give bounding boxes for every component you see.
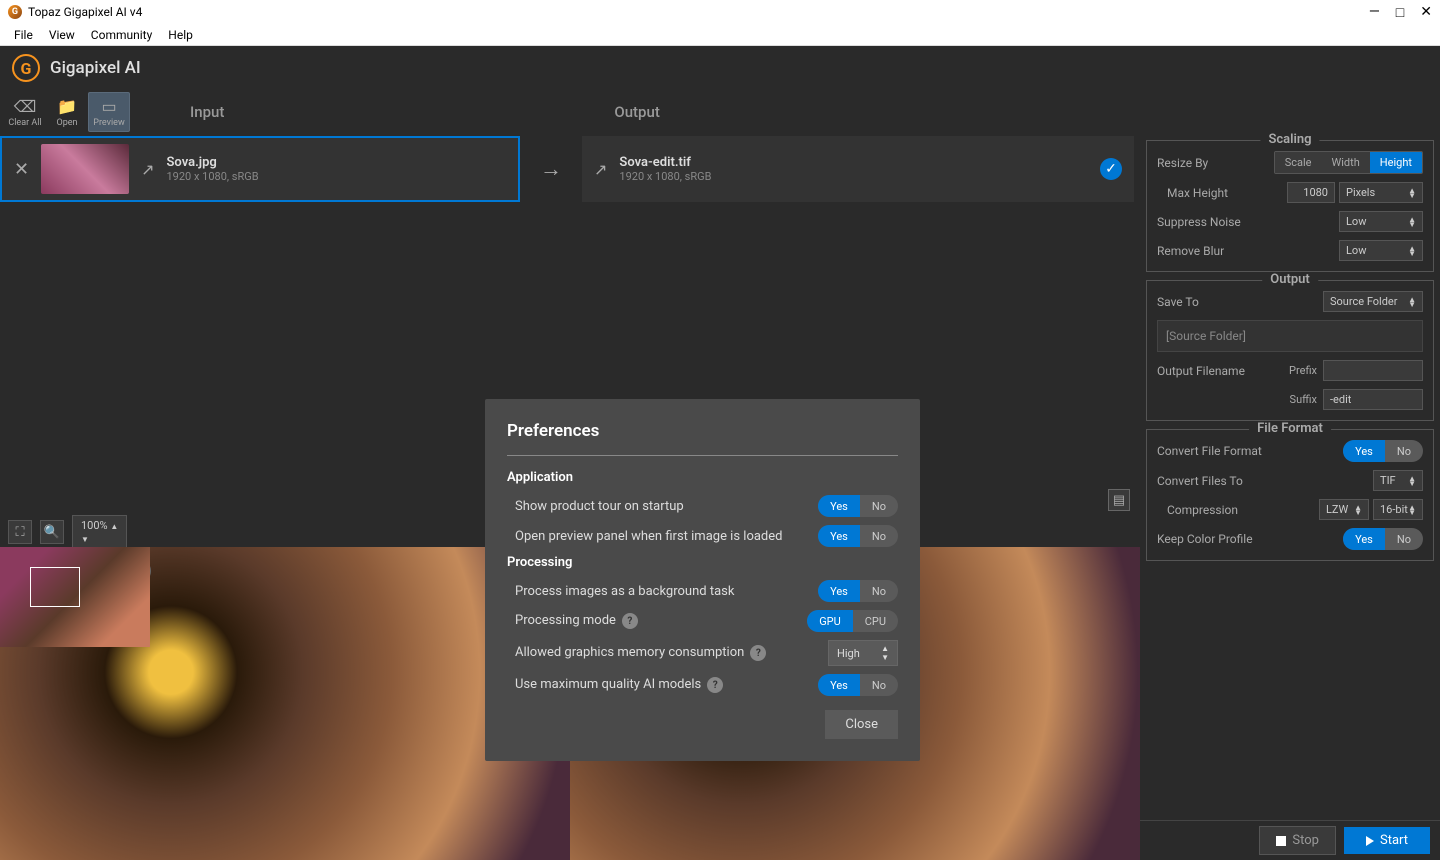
show-tour-toggle[interactable]: YesNo: [818, 495, 898, 517]
compression-label: Compression: [1157, 503, 1319, 517]
scale-seg[interactable]: Scale: [1275, 152, 1322, 173]
input-file-meta: 1920 x 1080, sRGB: [167, 170, 259, 183]
clear-icon: ⌫: [14, 97, 37, 116]
prefix-input[interactable]: [1323, 360, 1423, 381]
filename-label: Output Filename: [1157, 364, 1289, 378]
save-to-label: Save To: [1157, 295, 1323, 309]
help-icon[interactable]: ?: [622, 613, 638, 629]
keep-profile-label: Keep Color Profile: [1157, 532, 1343, 546]
play-icon: [1366, 836, 1374, 846]
menu-view[interactable]: View: [41, 26, 83, 44]
help-icon[interactable]: ?: [750, 645, 766, 661]
titlebar: G Topaz Gigapixel AI v4 — □ ✕: [0, 0, 1440, 24]
output-panel: Output Save To Source Folder▲▼ [Source F…: [1146, 280, 1434, 421]
remove-blur-select[interactable]: Low▲▼: [1339, 240, 1423, 261]
max-quality-toggle[interactable]: YesNo: [818, 674, 898, 696]
menu-community[interactable]: Community: [83, 26, 160, 44]
footer-bar: Stop Start: [1140, 820, 1440, 860]
zoom-select[interactable]: 100% ▲▼: [72, 515, 127, 549]
bg-task-toggle[interactable]: YesNo: [818, 580, 898, 602]
fit-view-button[interactable]: ⛶: [8, 520, 32, 544]
preview-button[interactable]: ▭ Preview: [88, 92, 130, 132]
unit-select[interactable]: Pixels▲▼: [1339, 182, 1423, 203]
close-dialog-button[interactable]: Close: [825, 710, 898, 739]
preview-icon: ▭: [101, 97, 116, 116]
processing-section: Processing: [507, 555, 898, 570]
app-logo-icon: G: [12, 54, 40, 82]
arrow-icon: →: [540, 156, 562, 182]
app-header: G Gigapixel AI: [0, 46, 1440, 90]
max-quality-label: Use maximum quality AI models?: [515, 677, 818, 694]
open-preview-label: Open preview panel when first image is l…: [515, 529, 818, 544]
input-thumbnail: [41, 144, 129, 194]
output-file-card[interactable]: ↗ Sova-edit.tif 1920 x 1080, sRGB ✓: [582, 136, 1134, 202]
view-toggle-button[interactable]: ▤: [1108, 489, 1130, 511]
format-select[interactable]: TIF▲▼: [1373, 470, 1423, 491]
mem-select[interactable]: High▲▼: [828, 640, 898, 666]
stop-button[interactable]: Stop: [1259, 826, 1336, 855]
folder-icon: 📁: [57, 97, 77, 116]
convert-to-label: Convert Files To: [1157, 474, 1373, 488]
output-section-label: Output: [614, 103, 659, 121]
app-icon: G: [8, 5, 22, 19]
help-icon[interactable]: ?: [707, 677, 723, 693]
proc-mode-label: Processing mode?: [515, 613, 807, 630]
input-section-label: Input: [190, 103, 224, 121]
suppress-noise-label: Suppress Noise: [1157, 215, 1339, 229]
input-filename: Sova.jpg: [167, 155, 259, 170]
window-title: Topaz Gigapixel AI v4: [28, 5, 142, 19]
file-row: ✕ ↗ Sova.jpg 1920 x 1080, sRGB → ↗ Sova-…: [0, 134, 1140, 204]
toolbar: ⌫ Clear All 📁 Open ▭ Preview Input Outpu…: [0, 90, 1440, 134]
dialog-title: Preferences: [507, 421, 898, 441]
output-filename: Sova-edit.tif: [619, 155, 711, 170]
application-section: Application: [507, 470, 898, 485]
source-path-box: [Source Folder]: [1157, 320, 1423, 352]
proc-mode-toggle[interactable]: GPUCPU: [807, 610, 898, 632]
mem-label: Allowed graphics memory consumption?: [515, 645, 828, 662]
output-file-meta: 1920 x 1080, sRGB: [619, 170, 711, 183]
suppress-noise-select[interactable]: Low▲▼: [1339, 211, 1423, 232]
compression-select[interactable]: LZW▲▼: [1319, 499, 1369, 520]
preferences-dialog: Preferences Application Show product tou…: [485, 399, 920, 761]
remove-file-button[interactable]: ✕: [14, 159, 29, 180]
width-seg[interactable]: Width: [1322, 152, 1370, 173]
suffix-input[interactable]: [1323, 389, 1423, 410]
save-to-select[interactable]: Source Folder▲▼: [1323, 291, 1423, 312]
export-icon: ↗: [141, 160, 154, 179]
start-button[interactable]: Start: [1344, 827, 1430, 854]
input-file-card[interactable]: ✕ ↗ Sova.jpg 1920 x 1080, sRGB: [0, 136, 520, 202]
export-icon: ↗: [594, 160, 607, 179]
file-format-panel: File Format Convert File Format YesNo Co…: [1146, 429, 1434, 561]
clear-all-button[interactable]: ⌫ Clear All: [4, 92, 46, 132]
resize-by-label: Resize By: [1157, 156, 1274, 170]
scaling-panel: Scaling Resize By Scale Width Height Max…: [1146, 140, 1434, 272]
maximize-button[interactable]: □: [1396, 4, 1404, 21]
max-height-label: Max Height: [1157, 186, 1287, 200]
minimize-button[interactable]: —: [1369, 4, 1380, 21]
check-icon: ✓: [1100, 158, 1122, 180]
menubar: File View Community Help: [0, 24, 1440, 46]
remove-blur-label: Remove Blur: [1157, 244, 1339, 258]
navigator[interactable]: [0, 547, 150, 647]
open-button[interactable]: 📁 Open: [46, 92, 88, 132]
keep-profile-toggle[interactable]: YesNo: [1343, 528, 1423, 550]
show-tour-label: Show product tour on startup: [515, 499, 818, 514]
menu-file[interactable]: File: [6, 26, 41, 44]
stop-icon: [1276, 836, 1286, 846]
app-name: Gigapixel AI: [50, 58, 141, 78]
height-seg[interactable]: Height: [1370, 152, 1422, 173]
convert-format-label: Convert File Format: [1157, 444, 1343, 458]
close-window-button[interactable]: ✕: [1420, 4, 1432, 21]
open-preview-toggle[interactable]: YesNo: [818, 525, 898, 547]
zoom-button[interactable]: 🔍: [40, 520, 64, 544]
convert-format-toggle[interactable]: YesNo: [1343, 440, 1423, 462]
bitdepth-select[interactable]: 16-bit▲▼: [1373, 499, 1423, 520]
bg-task-label: Process images as a background task: [515, 584, 818, 599]
menu-help[interactable]: Help: [160, 26, 201, 44]
max-height-input[interactable]: [1287, 182, 1335, 203]
